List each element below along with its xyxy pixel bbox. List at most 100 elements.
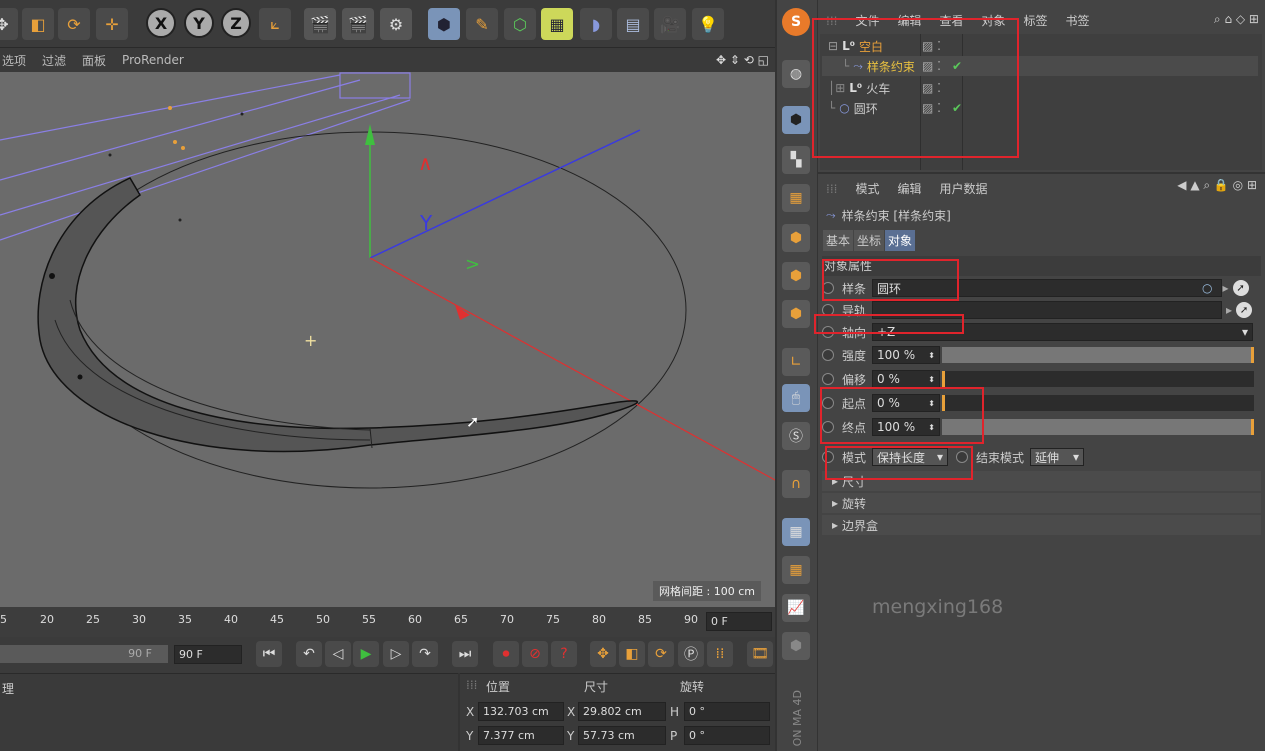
record-keys-icon[interactable]: ⏺ <box>493 641 519 667</box>
strength-field[interactable]: 100 % ⬍ <box>872 346 940 364</box>
tab-basic[interactable]: 基本 <box>823 230 854 251</box>
offset-field[interactable]: 0 % ⬍ <box>872 370 940 388</box>
render-picture-viewer-icon[interactable]: 🎬 <box>342 8 374 40</box>
spinner-icon[interactable]: ⬍ <box>928 351 935 360</box>
spinner-icon[interactable]: ⬍ <box>928 375 935 384</box>
position-y-field[interactable]: 7.377 cm <box>478 726 564 745</box>
link-circle-icon[interactable]: ○ <box>1202 281 1212 295</box>
autokey-icon[interactable]: ⊘ <box>522 641 548 667</box>
anim-radio[interactable] <box>822 373 834 385</box>
am-menu-edit[interactable]: 编辑 <box>897 180 921 197</box>
key-position-icon[interactable]: ✥ <box>590 641 616 667</box>
axis-x-button[interactable]: X <box>146 8 176 38</box>
array-icon[interactable]: ▦ <box>541 8 573 40</box>
end-frame-slider[interactable]: 90 F <box>0 645 168 663</box>
planar-workplane-icon[interactable]: ▦ <box>782 556 810 584</box>
section-rotation[interactable]: ▸ 旋转 <box>822 493 1261 513</box>
position-x-field[interactable]: 132.703 cm <box>478 702 564 721</box>
viewport-menu-filter[interactable]: 过滤 <box>42 52 66 69</box>
go-to-end-icon[interactable]: ⏭ <box>452 641 478 667</box>
key-param-icon[interactable]: Ⓟ <box>678 641 704 667</box>
viewport-menu-prorender[interactable]: ProRender <box>122 53 184 67</box>
rotation-h-field[interactable]: 0 ° <box>684 702 770 721</box>
camera-icon[interactable]: 🎥 <box>654 8 686 40</box>
pick-cursor-icon[interactable]: ➚ <box>1236 302 1253 318</box>
subdivision-icon[interactable]: ⬡ <box>504 8 536 40</box>
am-toolbar-icons[interactable]: ◀ ▲ ⌕ 🔒 ◎ ⊞ <box>1177 178 1257 193</box>
timeline-film-icon[interactable]: 🎞 <box>747 641 773 667</box>
texture-mode-icon[interactable]: ▚ <box>782 146 810 174</box>
pick-cursor-icon[interactable]: ➚ <box>1232 280 1249 296</box>
size-y-field[interactable]: 57.73 cm <box>578 726 666 745</box>
om-toolbar-icons[interactable]: ⌕ ⌂ ◇ ⊞ <box>1214 12 1259 27</box>
om-menu-tags[interactable]: 标签 <box>1024 12 1048 29</box>
anim-radio[interactable] <box>822 349 834 361</box>
cube-object-icon[interactable]: ⬢ <box>428 8 460 40</box>
link-arrow-icon[interactable]: ▸ <box>1222 281 1228 295</box>
tab-object[interactable]: 对象 <box>885 230 916 251</box>
step-forward-key-icon[interactable]: ↷ <box>412 641 438 667</box>
label-offset: 偏移 <box>842 372 867 387</box>
render-view-icon[interactable]: 🎬 <box>304 8 336 40</box>
go-to-start-icon[interactable]: ⏮ <box>256 641 282 667</box>
start-slider[interactable] <box>942 395 1254 411</box>
tab-coord[interactable]: 坐标 <box>854 230 885 251</box>
end-mode-dropdown[interactable]: 延伸 ▾ <box>1030 448 1085 466</box>
3d-viewport[interactable]: ∧ Y > + ➚ 网格间距 : 100 cm <box>0 72 775 607</box>
polygons-mode-icon[interactable]: ⬢ <box>782 300 810 328</box>
axis-mode-icon[interactable]: ∟ <box>782 348 810 376</box>
move-cross-icon[interactable]: ✛ <box>96 8 128 40</box>
coordinate-system-icon[interactable]: ⟀ <box>259 8 291 40</box>
light-icon[interactable]: 💡 <box>692 8 724 40</box>
points-mode-icon[interactable]: ⬢ <box>782 224 810 252</box>
floor-icon[interactable]: ▤ <box>617 8 649 40</box>
render-settings-icon[interactable]: ⚙ <box>380 8 412 40</box>
play-icon[interactable]: ▶ <box>353 641 379 667</box>
highlight-object-manager <box>812 18 1019 158</box>
key-pla-icon[interactable]: ⁞⁞ <box>707 641 733 667</box>
end-slider[interactable] <box>942 419 1254 435</box>
om-menu-bookmarks[interactable]: 书签 <box>1066 12 1090 29</box>
move-tool-icon[interactable]: ✥ <box>0 8 18 40</box>
step-back-icon[interactable]: ◁ <box>325 641 351 667</box>
key-scale-icon[interactable]: ◧ <box>619 641 645 667</box>
edges-mode-icon[interactable]: ⬢ <box>782 262 810 290</box>
timeline-ruler[interactable]: 5 20 25 30 35 40 45 50 55 60 65 70 75 80 85 90 0 F <box>0 607 775 637</box>
step-back-key-icon[interactable]: ↶ <box>296 641 322 667</box>
section-bounding-box[interactable]: ▸ 边界盒 <box>822 515 1261 535</box>
model-mode-icon[interactable]: ⬢ <box>782 106 810 134</box>
axis-y-button[interactable]: Y <box>184 8 214 38</box>
key-rotation-icon[interactable]: ⟳ <box>648 641 674 667</box>
magnet-icon[interactable]: ∩ <box>782 470 810 498</box>
pen-spline-icon[interactable]: ✎ <box>466 8 498 40</box>
end-frame-field[interactable]: 90 F <box>174 645 242 664</box>
step-forward-icon[interactable]: ▷ <box>383 641 409 667</box>
am-title-text: 样条约束 [样条约束] <box>841 209 951 223</box>
link-arrow-icon[interactable]: ▸ <box>1226 303 1232 317</box>
am-menu-mode[interactable]: 模式 <box>855 180 879 197</box>
snap-s-icon[interactable]: Ⓢ <box>782 422 810 450</box>
coord-row-y-size-axis: Y <box>567 729 575 743</box>
am-menu-userdata[interactable]: 用户数据 <box>939 180 987 197</box>
viewport-nav-icons[interactable]: ✥ ⇕ ⟲ ◱ <box>716 53 769 67</box>
size-x-field[interactable]: 29.802 cm <box>578 702 666 721</box>
rotation-p-field[interactable]: 0 ° <box>684 726 770 745</box>
current-frame-field[interactable]: 0 F <box>706 612 772 631</box>
rotate-tool-icon[interactable]: ⟳ <box>58 8 90 40</box>
timeline-tick-label: 60 <box>408 613 422 626</box>
sphere-wire-icon[interactable]: ◍ <box>782 60 810 88</box>
locked-workplane-icon[interactable]: ▦ <box>782 518 810 546</box>
offset-slider[interactable] <box>942 371 1254 387</box>
workplane-icon[interactable]: ▦ <box>782 184 810 212</box>
viewport-menu-options[interactable]: 选项 <box>2 52 26 69</box>
strength-slider[interactable] <box>942 347 1254 363</box>
cube-grey-icon[interactable]: ⬢ <box>782 632 810 660</box>
s-logo-icon[interactable]: S <box>782 8 810 36</box>
viewport-menu-panel[interactable]: 面板 <box>82 52 106 69</box>
scale-tool-icon[interactable]: ◧ <box>22 8 54 40</box>
keyframe-help-icon[interactable]: ? <box>551 641 577 667</box>
graph-icon[interactable]: 📈 <box>782 594 810 622</box>
tweak-mode-icon[interactable]: 🖱 <box>782 384 810 412</box>
deformer-icon[interactable]: ◗ <box>580 8 612 40</box>
axis-z-button[interactable]: Z <box>221 8 251 38</box>
